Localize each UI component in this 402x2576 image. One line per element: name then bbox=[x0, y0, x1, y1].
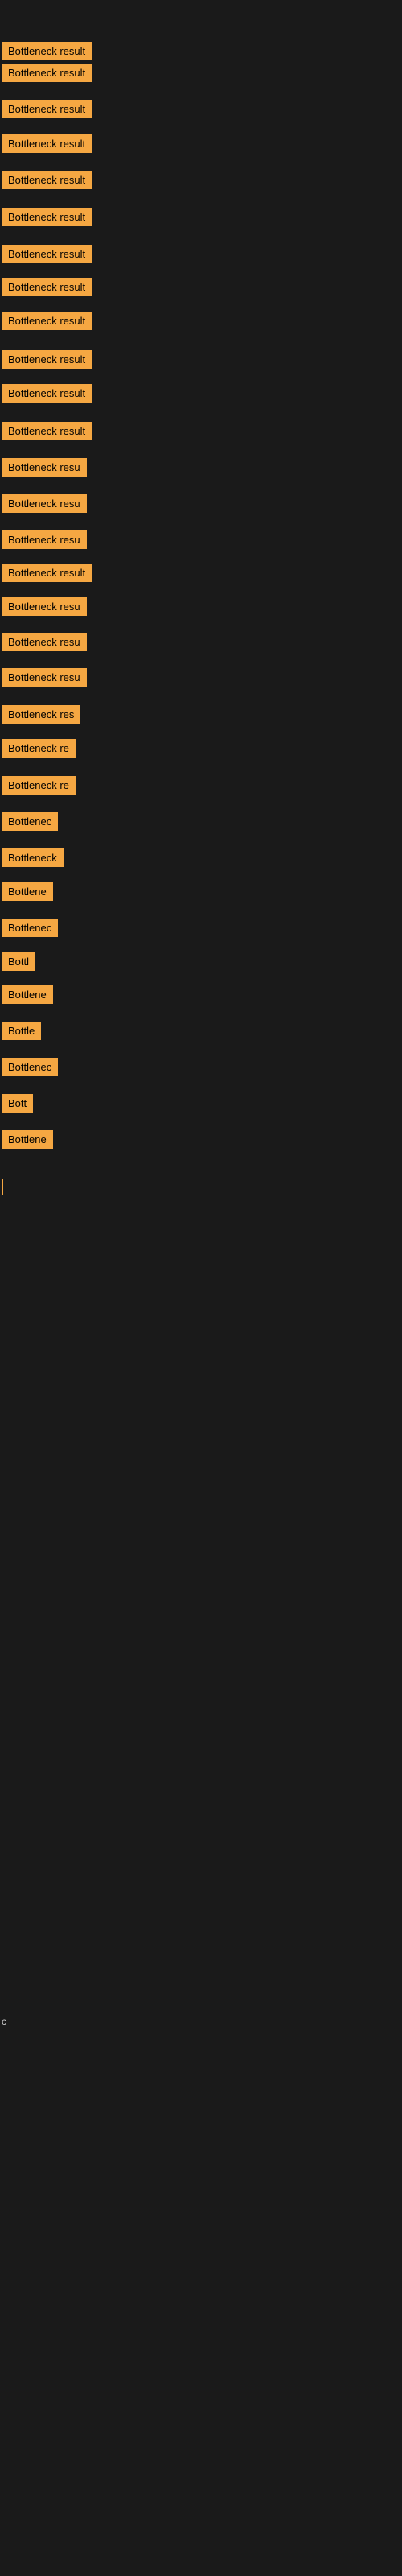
bottleneck-result-item: Bottlene bbox=[2, 882, 53, 905]
bottleneck-badge: Bottleneck resu bbox=[2, 633, 87, 651]
bottleneck-badge: Bottleneck re bbox=[2, 776, 76, 795]
bottleneck-badge: Bottleneck result bbox=[2, 208, 92, 226]
bottleneck-badge: Bottleneck resu bbox=[2, 458, 87, 477]
bottleneck-badge: Bottleneck resu bbox=[2, 530, 87, 549]
bottleneck-result-item: Bottleneck res bbox=[2, 705, 80, 728]
bottleneck-badge: Bottleneck result bbox=[2, 384, 92, 402]
bottleneck-badge: Bottleneck resu bbox=[2, 668, 87, 687]
bottleneck-result-item: Bottleneck result bbox=[2, 350, 92, 373]
bottleneck-badge: Bottlenec bbox=[2, 812, 58, 831]
bottleneck-badge: Bottleneck re bbox=[2, 739, 76, 758]
bottleneck-badge: Bottleneck result bbox=[2, 100, 92, 118]
bottleneck-result-item: Bottleneck result bbox=[2, 312, 92, 334]
bottleneck-badge: Bottlene bbox=[2, 985, 53, 1004]
bottleneck-result-item: Bottleneck resu bbox=[2, 494, 87, 517]
footer-text: c bbox=[2, 2016, 6, 2027]
bottleneck-result-item: Bottleneck resu bbox=[2, 530, 87, 553]
bottleneck-result-item: Bottleneck re bbox=[2, 739, 76, 762]
bottleneck-badge: Bottlenec bbox=[2, 1058, 58, 1076]
bottleneck-badge: Bottleneck result bbox=[2, 171, 92, 189]
bottleneck-badge: Bottl bbox=[2, 952, 35, 971]
bottleneck-badge: Bottlene bbox=[2, 1130, 53, 1149]
bottleneck-result-item: Bottleneck result bbox=[2, 384, 92, 407]
bottleneck-result-item: Bottlenec bbox=[2, 812, 58, 835]
bottleneck-result-item: Bottle bbox=[2, 1022, 41, 1044]
bottleneck-result-item: Bottleneck resu bbox=[2, 597, 87, 620]
bottleneck-result-item: Bottleneck resu bbox=[2, 668, 87, 691]
bottleneck-result-item: Bottleneck result bbox=[2, 134, 92, 157]
bottleneck-result-item: Bottleneck result bbox=[2, 422, 92, 444]
bottleneck-badge: Bottleneck result bbox=[2, 350, 92, 369]
bottleneck-badge: Bottlene bbox=[2, 882, 53, 901]
bottleneck-badge: Bottleneck result bbox=[2, 564, 92, 582]
bottleneck-badge: Bottleneck bbox=[2, 848, 64, 867]
bottleneck-badge: Bottleneck resu bbox=[2, 597, 87, 616]
bottleneck-result-item: Bottleneck re bbox=[2, 776, 76, 799]
bottleneck-result-item: Bottleneck bbox=[2, 848, 64, 871]
bottleneck-result-item: Bottleneck result bbox=[2, 64, 92, 86]
bottleneck-badge: Bottlenec bbox=[2, 919, 58, 937]
site-title bbox=[0, 0, 402, 13]
bottleneck-result-item: Bottleneck result bbox=[2, 564, 92, 586]
bottleneck-result-item: Bottleneck result bbox=[2, 208, 92, 230]
bottleneck-result-item: Bottleneck result bbox=[2, 42, 92, 64]
bottleneck-badge: Bottleneck result bbox=[2, 312, 92, 330]
bottleneck-badge: Bottleneck result bbox=[2, 134, 92, 153]
bottleneck-badge: Bott bbox=[2, 1094, 33, 1113]
bottleneck-result-item: Bottleneck resu bbox=[2, 633, 87, 655]
indicator-line bbox=[2, 1179, 3, 1195]
bottleneck-result-item: Bottleneck result bbox=[2, 100, 92, 122]
bottleneck-badge: Bottleneck result bbox=[2, 245, 92, 263]
bottleneck-result-item: Bottlenec bbox=[2, 919, 58, 941]
bottleneck-result-item: Bottlene bbox=[2, 985, 53, 1008]
bottleneck-badge: Bottleneck resu bbox=[2, 494, 87, 513]
bottleneck-result-item: Bottleneck result bbox=[2, 245, 92, 267]
bottleneck-badge: Bottleneck result bbox=[2, 42, 92, 60]
bottleneck-result-item: Bott bbox=[2, 1094, 33, 1117]
bottleneck-result-item: Bottleneck result bbox=[2, 171, 92, 193]
bottleneck-result-item: Bottleneck result bbox=[2, 278, 92, 300]
bottleneck-result-item: Bottlene bbox=[2, 1130, 53, 1153]
bottleneck-badge: Bottleneck res bbox=[2, 705, 80, 724]
bottleneck-result-item: Bottlenec bbox=[2, 1058, 58, 1080]
bottleneck-badge: Bottleneck result bbox=[2, 64, 92, 82]
bottleneck-result-item: Bottl bbox=[2, 952, 35, 975]
bottleneck-badge: Bottleneck result bbox=[2, 422, 92, 440]
bottleneck-badge: Bottle bbox=[2, 1022, 41, 1040]
bottleneck-result-item: Bottleneck resu bbox=[2, 458, 87, 481]
bottleneck-badge: Bottleneck result bbox=[2, 278, 92, 296]
